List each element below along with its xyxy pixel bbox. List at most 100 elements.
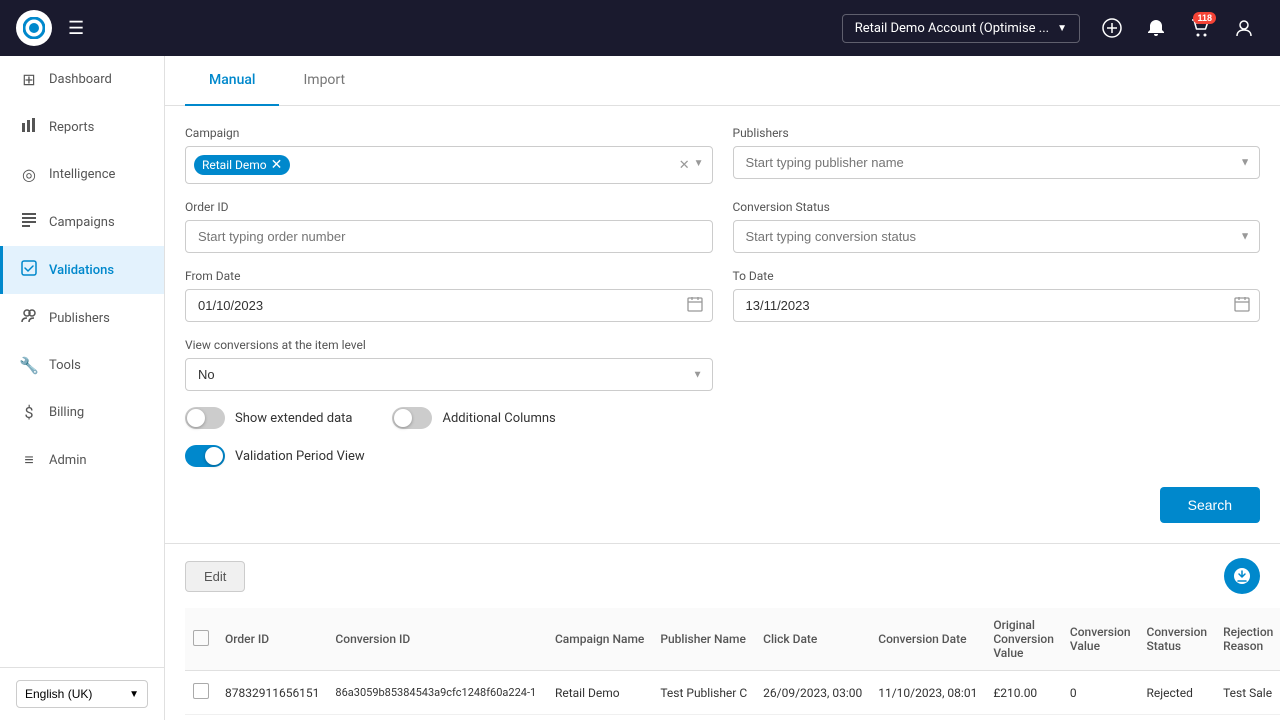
cell-campaign-name: Retail Demo <box>547 715 652 720</box>
brand-area: ☰ <box>16 10 830 46</box>
conversion-status-wrapper: ▼ <box>733 220 1261 253</box>
cell-conversion-value: 0 <box>1062 715 1139 720</box>
tabs-bar: Manual Import <box>165 56 1280 106</box>
to-date-wrapper <box>733 289 1261 322</box>
search-row: Search <box>185 487 1260 523</box>
main-content: Manual Import Campaign Retail Demo ✕ <box>165 56 1280 720</box>
intelligence-icon: ◎ <box>19 165 39 184</box>
sidebar-label-intelligence: Intelligence <box>49 167 115 182</box>
user-button[interactable] <box>1224 8 1264 48</box>
sidebar-label-billing: Billing <box>49 405 84 420</box>
cart-button[interactable]: 118 <box>1180 8 1220 48</box>
sidebar-item-tools[interactable]: 🔧 Tools <box>0 342 164 389</box>
publishers-input[interactable] <box>733 146 1261 179</box>
search-button[interactable]: Search <box>1160 487 1260 523</box>
validation-period-label: Validation Period View <box>235 449 365 464</box>
sidebar-item-publishers[interactable]: Publishers <box>0 294 164 342</box>
download-button[interactable] <box>1224 558 1260 594</box>
account-name-label: Retail Demo Account (Optimise ... <box>855 21 1049 36</box>
col-conversion-status: ConversionStatus <box>1139 608 1216 671</box>
publishers-label: Publishers <box>733 126 1261 140</box>
row-checkbox[interactable] <box>193 683 209 699</box>
from-date-group: From Date <box>185 269 713 322</box>
sidebar-item-admin[interactable]: ≡ Admin <box>0 436 164 484</box>
cell-original-conversion-value: £210.00 <box>985 671 1062 715</box>
sidebar-item-validations[interactable]: Validations <box>0 246 164 294</box>
campaign-input[interactable]: Retail Demo ✕ ✕ ▼ <box>185 146 713 184</box>
clear-icon[interactable]: ✕ <box>679 158 690 173</box>
chip-close-button[interactable]: ✕ <box>271 158 283 172</box>
table-toolbar: Edit <box>185 544 1260 608</box>
col-conversion-value: ConversionValue <box>1062 608 1139 671</box>
tab-manual[interactable]: Manual <box>185 56 279 106</box>
table-header-row: Order ID Conversion ID Campaign Name Pub… <box>185 608 1280 671</box>
header-checkbox-cell <box>185 608 217 671</box>
order-id-label: Order ID <box>185 200 713 214</box>
conversion-status-input[interactable] <box>733 220 1261 253</box>
col-click-date: Click Date <box>755 608 870 671</box>
download-icon <box>1233 567 1251 585</box>
notification-button[interactable] <box>1136 8 1176 48</box>
campaign-chip: Retail Demo ✕ <box>194 155 290 175</box>
menu-toggle-button[interactable]: ☰ <box>60 14 92 43</box>
col-conversion-id: Conversion ID <box>327 608 547 671</box>
view-conversions-group: View conversions at the item level No Ye… <box>185 338 713 391</box>
col-campaign-name: Campaign Name <box>547 608 652 671</box>
row-checkbox-cell <box>185 715 217 720</box>
select-all-checkbox[interactable] <box>193 630 209 646</box>
to-date-group: To Date <box>733 269 1261 322</box>
sidebar-item-intelligence[interactable]: ◎ Intelligence <box>0 151 164 198</box>
chip-label: Retail Demo <box>202 158 267 172</box>
sidebar-label-campaigns: Campaigns <box>49 215 115 230</box>
to-date-input[interactable] <box>733 289 1261 322</box>
publishers-input-wrapper: ▼ <box>733 146 1261 179</box>
show-extended-toggle-row: Show extended data <box>185 407 352 429</box>
sidebar-label-tools: Tools <box>49 358 81 373</box>
sidebar-item-billing[interactable]: $ Billing <box>0 389 164 436</box>
dashboard-icon: ⊞ <box>19 70 39 89</box>
view-conversions-select[interactable]: No Yes <box>185 358 713 391</box>
additional-columns-label: Additional Columns <box>442 411 555 426</box>
dropdown-arrow-icon[interactable]: ▼ <box>694 158 704 173</box>
additional-columns-toggle[interactable] <box>392 407 432 429</box>
sidebar: ⊞ Dashboard Reports ◎ Intelligence Campa… <box>0 56 165 720</box>
table-row: 45630143593161 cc21d53f49024a1bbfe0646a9… <box>185 715 1280 720</box>
lang-dropdown-icon: ▼ <box>129 689 139 700</box>
sidebar-item-dashboard[interactable]: ⊞ Dashboard <box>0 56 164 103</box>
tab-import[interactable]: Import <box>279 56 369 106</box>
data-table: Order ID Conversion ID Campaign Name Pub… <box>185 608 1280 720</box>
cell-rejection-reason: Test Sale <box>1215 671 1280 715</box>
sidebar-item-campaigns[interactable]: Campaigns <box>0 198 164 246</box>
toggles-row: Show extended data Additional Columns <box>185 407 1260 429</box>
account-selector[interactable]: Retail Demo Account (Optimise ... ▼ <box>842 14 1080 43</box>
language-selector[interactable]: English (UK) ▼ <box>16 680 148 708</box>
user-icon <box>1234 18 1254 38</box>
table-row: 87832911656151 86a3059b85384543a9cfc1248… <box>185 671 1280 715</box>
show-extended-toggle[interactable] <box>185 407 225 429</box>
edit-button[interactable]: Edit <box>185 561 245 592</box>
cell-original-conversion-value: £210.00 <box>985 715 1062 720</box>
validation-period-toggle-row: Validation Period View <box>185 445 1260 467</box>
validation-period-toggle[interactable] <box>185 445 225 467</box>
from-date-input[interactable] <box>185 289 713 322</box>
campaign-label: Campaign <box>185 126 713 140</box>
campaign-group: Campaign Retail Demo ✕ ✕ ▼ <box>185 126 713 184</box>
form-row-3: From Date To Date <box>185 269 1260 322</box>
sidebar-item-reports[interactable]: Reports <box>0 103 164 151</box>
conversion-status-label: Conversion Status <box>733 200 1261 214</box>
from-date-wrapper <box>185 289 713 322</box>
sidebar-label-validations: Validations <box>49 263 114 278</box>
cell-order-id: 45630143593161 <box>217 715 327 720</box>
cell-campaign-name: Retail Demo <box>547 671 652 715</box>
campaigns-icon <box>19 212 39 232</box>
billing-icon: $ <box>19 403 39 422</box>
order-id-input[interactable] <box>185 220 713 253</box>
show-extended-label: Show extended data <box>235 411 352 426</box>
cell-conversion-value: 0 <box>1062 671 1139 715</box>
publishers-group: Publishers ▼ <box>733 126 1261 184</box>
add-button[interactable] <box>1092 8 1132 48</box>
cell-conversion-status: Rejected <box>1139 671 1216 715</box>
cell-publisher-name: Test Publisher C <box>652 671 755 715</box>
cell-click-date: 26/09/2023, 03:00 <box>755 671 870 715</box>
col-conversion-date: Conversion Date <box>870 608 985 671</box>
